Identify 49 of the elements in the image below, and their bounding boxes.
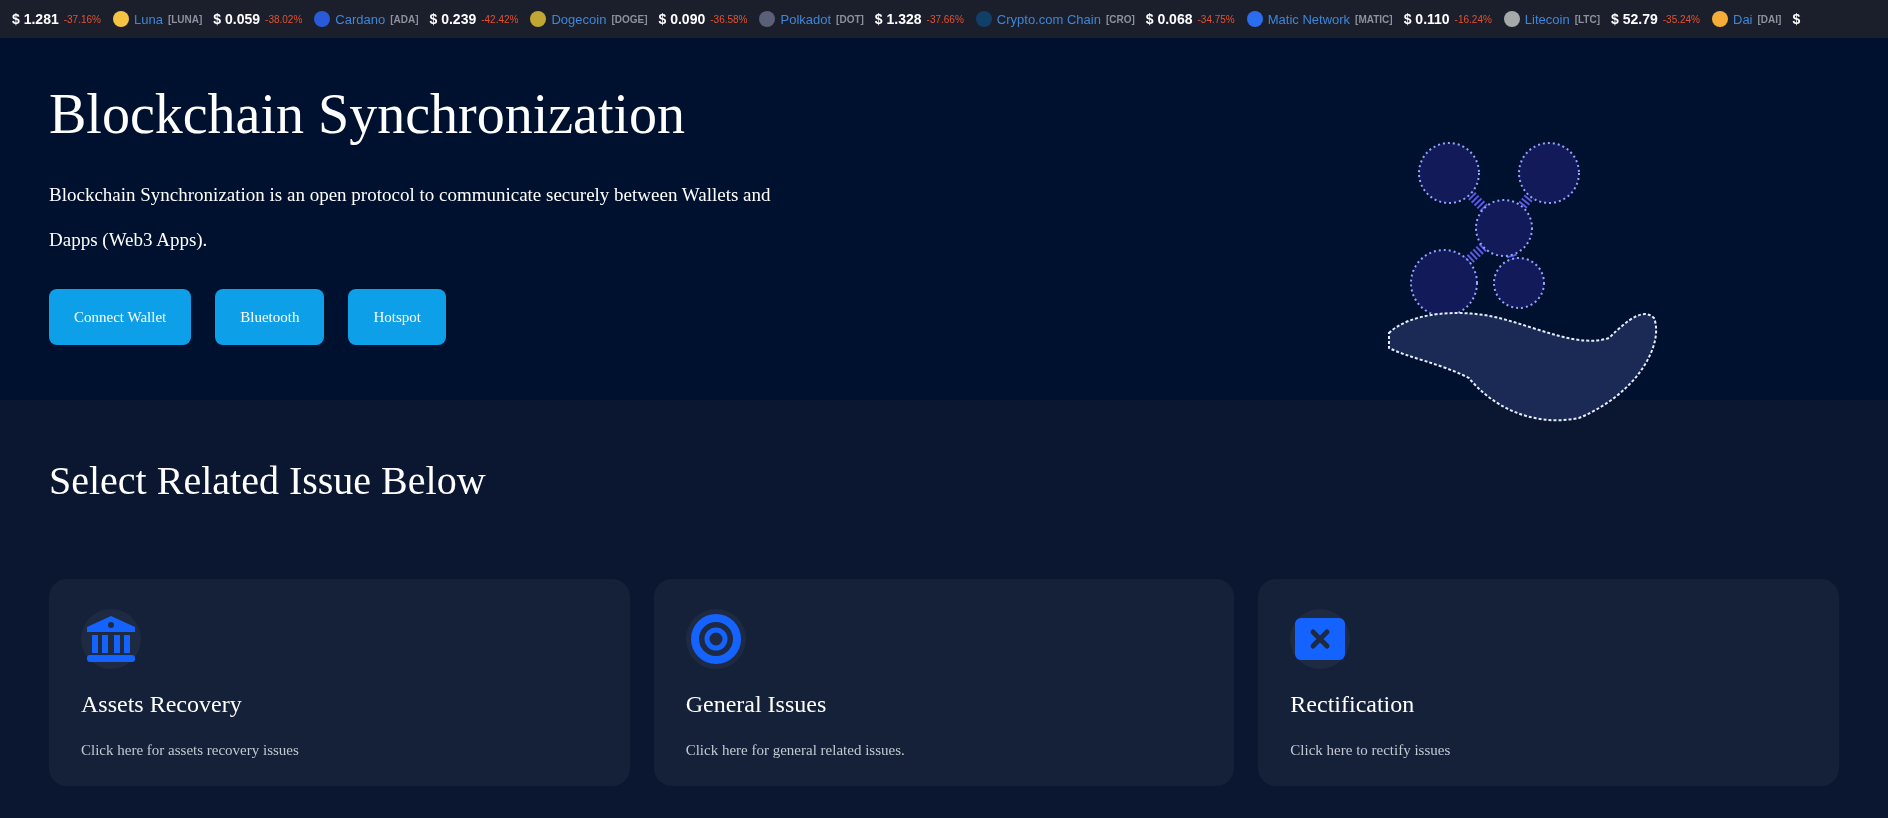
hero-button[interactable]: Bluetooth (215, 289, 325, 345)
card-title: Assets Recovery (81, 691, 243, 718)
price-change: -38.02% (265, 13, 303, 25)
price-change: -37.16% (63, 13, 101, 25)
price-change: -35.24% (1662, 13, 1700, 25)
issue-card[interactable]: Rectification Click here to rectify issues (1258, 579, 1839, 786)
coin-name[interactable]: Polkadot (780, 11, 832, 27)
card-description: Click here for assets recovery issues (81, 742, 300, 759)
card-title: Rectification (1290, 691, 1416, 718)
coin-name[interactable]: Crypto.com Chain (996, 11, 1101, 27)
coin-name[interactable]: Dai (1733, 11, 1753, 27)
coin-name[interactable]: Cardano (335, 11, 386, 27)
coin-price: $ 1.281 (12, 11, 59, 27)
coin-symbol: [LUNA] (167, 13, 203, 25)
coin-price: $ 0.090 (658, 11, 706, 27)
coin-price: $ 0.239 (429, 11, 477, 27)
card-description: Click here to rectify issues (1290, 742, 1452, 759)
coin-name[interactable]: Matic Network (1267, 11, 1351, 27)
hero-description: Blockchain Synchronization is an open protocol to communicate securely between Wallets and Dapps (Web3 Apps). (49, 183, 772, 252)
coin-price: $ 0.059 (213, 11, 261, 27)
coin-symbol: [DOT] (836, 13, 864, 25)
card-description: Click here for general related issues. (685, 742, 906, 759)
issue-card[interactable]: Assets Recovery Click here for assets recovery issues (49, 579, 630, 786)
coin-price: $ 1.328 (874, 11, 922, 27)
coin-symbol: [LTC] (1574, 13, 1601, 25)
coin-price: $ (1792, 11, 1801, 27)
coin-name[interactable]: Luna (133, 11, 163, 27)
card-title: General Issues (685, 691, 828, 718)
hero-button[interactable]: Connect Wallet (49, 289, 192, 345)
coin-price: $ 52.79 (1611, 11, 1658, 27)
coin-symbol: [MATIC] (1355, 13, 1393, 25)
coin-symbol: [DOGE] (611, 13, 648, 25)
price-change: -36.58% (710, 13, 748, 25)
coin-name[interactable]: Dogecoin (551, 11, 607, 27)
coin-price: $ 0.068 (1145, 11, 1193, 27)
price-change: -34.75% (1197, 13, 1235, 25)
price-change: -37.66% (926, 13, 964, 25)
price-change: -42.42% (481, 13, 519, 25)
issue-card[interactable]: General Issues Click here for general related issues. (653, 579, 1235, 786)
close-icon (1295, 618, 1346, 660)
hero-button[interactable]: Hotspot (348, 289, 446, 345)
coin-name[interactable]: Litecoin (1524, 11, 1570, 27)
coin-price: $ 0.110 (1403, 11, 1450, 27)
price-change: -16.24% (1454, 13, 1492, 25)
coin-symbol: [CRO] (1105, 13, 1135, 25)
hero-title: Blockchain Synchronization (49, 82, 687, 147)
coin-symbol: [DAI] (1757, 13, 1782, 25)
section-heading: Select Related Issue Below (49, 457, 487, 505)
coin-symbol: [ADA] (390, 13, 419, 25)
